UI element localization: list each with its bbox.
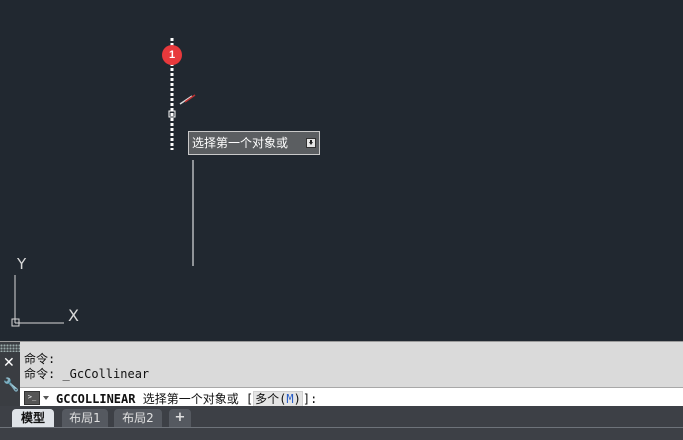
tab-model[interactable]: 模型 bbox=[12, 409, 54, 427]
command-name: GCCOLLINEAR bbox=[56, 392, 136, 406]
command-panel-sidebar: ✕ 🔧 bbox=[0, 342, 20, 407]
history-line: 命令: bbox=[24, 352, 56, 366]
option-multiple[interactable]: 多个(M) bbox=[253, 391, 303, 407]
option-key: M bbox=[286, 392, 294, 406]
dropdown-arrow-icon[interactable] bbox=[43, 396, 49, 400]
tab-divider bbox=[0, 427, 683, 428]
command-prompt-icon[interactable]: >_ bbox=[24, 391, 40, 405]
ucs-y-label: Y bbox=[16, 255, 27, 273]
command-prompt-text: GCCOLLINEAR 选择第一个对象或 [多个(M)]: bbox=[56, 390, 317, 407]
cursor-glyph-red bbox=[184, 94, 196, 103]
command-history: 命令: 命令: _GcCollinear bbox=[24, 352, 149, 382]
command-panel: ✕ 🔧 命令: 命令: _GcCollinear >_ GCCOLLINEAR … bbox=[0, 341, 683, 408]
prompt-text: 选择第一个对象或 [ bbox=[135, 392, 254, 406]
tab-layout1[interactable]: 布局1 bbox=[62, 409, 108, 427]
ucs-x-label: X bbox=[68, 306, 79, 325]
drawing-area[interactable]: X Y bbox=[0, 0, 683, 341]
prompt-end: ]: bbox=[302, 392, 318, 406]
step-marker: 1 bbox=[162, 45, 182, 65]
drawing-canvas[interactable]: X Y 1 选择第一个对象或 bbox=[0, 0, 683, 341]
history-line: 命令: _GcCollinear bbox=[24, 367, 150, 381]
tab-layout2[interactable]: 布局2 bbox=[114, 409, 162, 427]
wrench-icon[interactable]: 🔧 bbox=[3, 378, 19, 393]
cursor-glyph bbox=[179, 95, 193, 105]
tooltip-options-icon[interactable] bbox=[306, 138, 316, 148]
tooltip-text: 选择第一个对象或 bbox=[192, 136, 289, 150]
command-input[interactable]: >_ GCCOLLINEAR 选择第一个对象或 [多个(M)]: bbox=[20, 387, 683, 408]
add-layout-icon[interactable]: + bbox=[169, 409, 191, 427]
option-label: 多个( bbox=[255, 392, 287, 406]
drag-grip-icon[interactable] bbox=[0, 344, 20, 352]
close-icon[interactable]: ✕ bbox=[3, 356, 15, 370]
option-close: ) bbox=[293, 392, 301, 406]
selection-tooltip: 选择第一个对象或 bbox=[188, 131, 320, 155]
layout-tabbar: 模型 布局1 布局2 + bbox=[0, 406, 683, 440]
